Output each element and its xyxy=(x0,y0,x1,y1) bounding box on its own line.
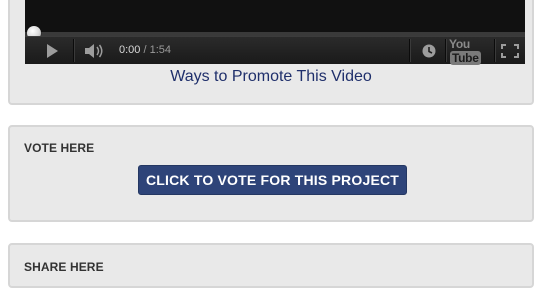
watch-later-icon xyxy=(422,44,436,57)
video-panel: 0:00 / 1:54 YouTube Ways to Promote This… xyxy=(8,0,534,105)
vote-heading: VOTE HERE xyxy=(24,141,95,155)
time-separator: / xyxy=(143,44,147,56)
video-title[interactable]: Ways to Promote This Video xyxy=(10,68,532,86)
fullscreen-button[interactable] xyxy=(497,37,523,64)
play-button[interactable] xyxy=(39,37,65,64)
play-icon xyxy=(47,43,58,58)
video-player[interactable]: 0:00 / 1:54 YouTube xyxy=(25,0,525,65)
volume-icon xyxy=(85,43,103,58)
volume-button[interactable] xyxy=(81,37,109,64)
fullscreen-icon xyxy=(501,43,519,58)
youtube-logo-text: YouTube xyxy=(449,36,481,65)
duration: 1:54 xyxy=(149,44,172,56)
youtube-logo[interactable]: YouTube xyxy=(449,36,491,65)
vote-button[interactable]: CLICK TO VOTE FOR THIS PROJECT xyxy=(138,165,407,195)
watch-later-button[interactable] xyxy=(415,37,443,64)
time-display: 0:00 / 1:54 xyxy=(119,37,171,64)
share-panel: SHARE HERE xyxy=(8,243,534,288)
current-time: 0:00 xyxy=(119,44,141,56)
share-heading: SHARE HERE xyxy=(24,260,104,274)
player-controls: 0:00 / 1:54 YouTube xyxy=(25,36,525,65)
vote-panel: VOTE HERE CLICK TO VOTE FOR THIS PROJECT xyxy=(8,125,534,222)
